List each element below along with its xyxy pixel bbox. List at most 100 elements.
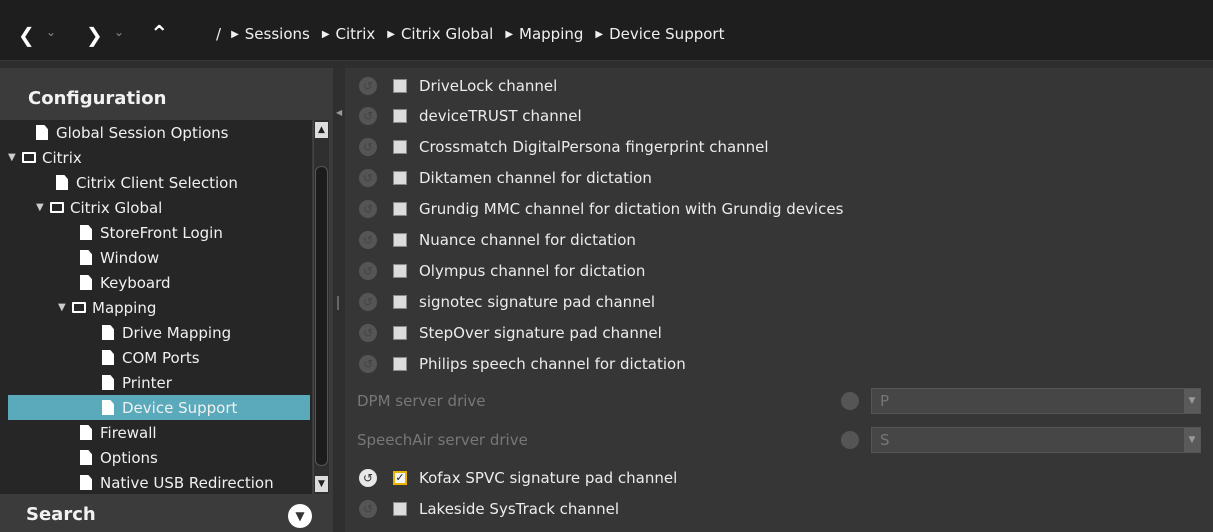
breadcrumb-device-support[interactable]: ▶ Device Support xyxy=(595,25,724,43)
configuration-panel: Configuration Global Session Options ▼ Ci… xyxy=(0,68,333,532)
option-lakeside-systrack[interactable]: ↺ Lakeside SysTrack channel xyxy=(359,497,619,521)
option-crossmatch[interactable]: ↺ Crossmatch DigitalPersona fingerprint c… xyxy=(359,135,769,159)
reset-icon: ↺ xyxy=(359,200,377,218)
option-grundig[interactable]: ↺ Grundig MMC channel for dictation with … xyxy=(359,197,843,221)
expand-arrow-icon[interactable]: ▼ xyxy=(8,152,18,163)
scroll-up-icon[interactable]: ▲ xyxy=(315,122,328,138)
document-icon xyxy=(102,325,114,340)
tree-item-mapping[interactable]: ▼ Mapping xyxy=(58,295,156,320)
document-icon xyxy=(36,125,48,140)
reset-icon[interactable]: ↺ xyxy=(359,469,377,487)
forward-icon[interactable]: ❯ xyxy=(86,22,103,48)
option-nuance[interactable]: ↺ Nuance channel for dictation xyxy=(359,228,636,252)
option-stepover[interactable]: ↺ StepOver signature pad channel xyxy=(359,321,662,345)
checkbox[interactable] xyxy=(393,79,407,93)
option-kofax-spvc[interactable]: ↺ ✓ Kofax SPVC signature pad channel xyxy=(359,466,677,490)
document-icon xyxy=(80,425,92,440)
reset-icon xyxy=(841,431,859,449)
breadcrumb-mapping[interactable]: ▶ Mapping xyxy=(505,25,583,43)
up-icon[interactable]: ⌃ xyxy=(150,22,168,48)
checkbox[interactable] xyxy=(393,502,407,516)
tree-item-native-usb-redirection[interactable]: Native USB Redirection xyxy=(80,470,274,494)
configuration-tree: Global Session Options ▼ Citrix Citrix Cl… xyxy=(0,120,312,494)
reset-icon: ↺ xyxy=(359,138,377,156)
top-navigation-bar: ❮ ⌄ ❯ ⌄ ⌃ / ▶ Sessions ▶ Citrix ▶ Citrix Gl… xyxy=(0,0,1213,68)
speechair-server-drive-select[interactable]: S ▼ xyxy=(871,427,1201,453)
option-drivelock[interactable]: ↺ DriveLock channel xyxy=(359,74,557,98)
tree-scrollbar[interactable]: ▲ ▼ xyxy=(313,120,329,494)
option-signotec[interactable]: ↺ signotec signature pad channel xyxy=(359,290,655,314)
checkbox[interactable] xyxy=(393,109,407,123)
play-triangle-icon: ▶ xyxy=(321,28,330,40)
document-icon xyxy=(56,175,68,190)
reset-icon: ↺ xyxy=(359,324,377,342)
reset-icon: ↺ xyxy=(359,500,377,518)
divider xyxy=(0,60,1213,68)
document-icon xyxy=(80,250,92,265)
back-history-dropdown[interactable]: ⌄ xyxy=(46,25,56,39)
option-olympus[interactable]: ↺ Olympus channel for dictation xyxy=(359,259,645,283)
tree-item-citrix-global[interactable]: ▼ Citrix Global xyxy=(36,195,162,220)
checkbox[interactable] xyxy=(393,357,407,371)
tree-item-device-support[interactable]: Device Support xyxy=(8,395,310,420)
forward-history-dropdown[interactable]: ⌄ xyxy=(114,25,124,39)
checkbox[interactable] xyxy=(393,233,407,247)
reset-icon: ↺ xyxy=(359,262,377,280)
tree-item-storefront-login[interactable]: StoreFront Login xyxy=(80,220,223,245)
reset-icon: ↺ xyxy=(359,293,377,311)
checkbox[interactable] xyxy=(393,295,407,309)
document-icon xyxy=(80,275,92,290)
tree-item-com-ports[interactable]: COM Ports xyxy=(102,345,200,370)
option-philips[interactable]: ↺ Philips speech channel for dictation xyxy=(359,352,686,376)
play-triangle-icon: ▶ xyxy=(595,28,604,40)
collapse-arrow-icon[interactable]: ◀ xyxy=(336,108,342,117)
folder-icon xyxy=(72,302,86,313)
document-icon xyxy=(102,375,114,390)
document-icon xyxy=(102,350,114,365)
tree-item-window[interactable]: Window xyxy=(80,245,159,270)
search-section-label[interactable]: Search xyxy=(26,504,96,525)
breadcrumb-citrix-global[interactable]: ▶ Citrix Global xyxy=(387,25,493,43)
tree-item-printer[interactable]: Printer xyxy=(102,370,172,395)
checkbox[interactable] xyxy=(393,202,407,216)
splitter-grip[interactable] xyxy=(337,296,339,310)
checkbox[interactable] xyxy=(393,140,407,154)
folder-icon xyxy=(22,152,36,163)
play-triangle-icon: ▶ xyxy=(231,28,239,40)
scrollbar-thumb[interactable] xyxy=(315,166,328,466)
breadcrumb-citrix[interactable]: ▶ Citrix xyxy=(322,25,375,43)
expand-arrow-icon[interactable]: ▼ xyxy=(36,202,46,213)
reset-icon: ↺ xyxy=(359,77,377,95)
chevron-down-icon[interactable]: ▼ xyxy=(1184,389,1200,413)
device-support-settings: ↺ DriveLock channel ↺ deviceTRUST channel … xyxy=(345,68,1213,532)
checkbox[interactable] xyxy=(393,264,407,278)
checkbox[interactable] xyxy=(393,171,407,185)
option-diktamen[interactable]: ↺ Diktamen channel for dictation xyxy=(359,166,652,190)
tree-item-options[interactable]: Options xyxy=(80,445,158,470)
expand-arrow-icon[interactable]: ▼ xyxy=(58,302,68,313)
document-icon xyxy=(102,400,114,415)
tree-item-citrix-client-selection[interactable]: Citrix Client Selection xyxy=(56,170,238,195)
scroll-down-icon[interactable]: ▼ xyxy=(315,476,328,492)
breadcrumb-sessions[interactable]: ▶ Sessions xyxy=(231,25,310,43)
breadcrumb-root[interactable]: / xyxy=(216,25,221,43)
reset-icon: ↺ xyxy=(359,355,377,373)
speechair-server-drive-label: SpeechAir server drive xyxy=(357,431,528,449)
tree-item-citrix[interactable]: ▼ Citrix xyxy=(8,145,82,170)
reset-icon: ↺ xyxy=(359,231,377,249)
dpm-server-drive-select[interactable]: P ▼ xyxy=(871,388,1201,414)
expand-search-icon[interactable]: ▼ xyxy=(288,504,312,528)
checkbox[interactable] xyxy=(393,326,407,340)
back-icon[interactable]: ❮ xyxy=(18,22,35,48)
panel-splitter[interactable]: ◀ xyxy=(333,68,345,532)
breadcrumb: / ▶ Sessions ▶ Citrix ▶ Citrix Global ▶ Mapp… xyxy=(216,25,736,43)
tree-item-drive-mapping[interactable]: Drive Mapping xyxy=(102,320,231,345)
tree-item-keyboard[interactable]: Keyboard xyxy=(80,270,171,295)
option-devicetrust[interactable]: ↺ deviceTRUST channel xyxy=(359,104,582,128)
folder-icon xyxy=(50,202,64,213)
tree-item-global-session-options[interactable]: Global Session Options xyxy=(36,120,229,145)
tree-item-firewall[interactable]: Firewall xyxy=(80,420,157,445)
reset-icon: ↺ xyxy=(359,107,377,125)
chevron-down-icon[interactable]: ▼ xyxy=(1184,428,1200,452)
checkbox-checked[interactable]: ✓ xyxy=(393,471,407,485)
